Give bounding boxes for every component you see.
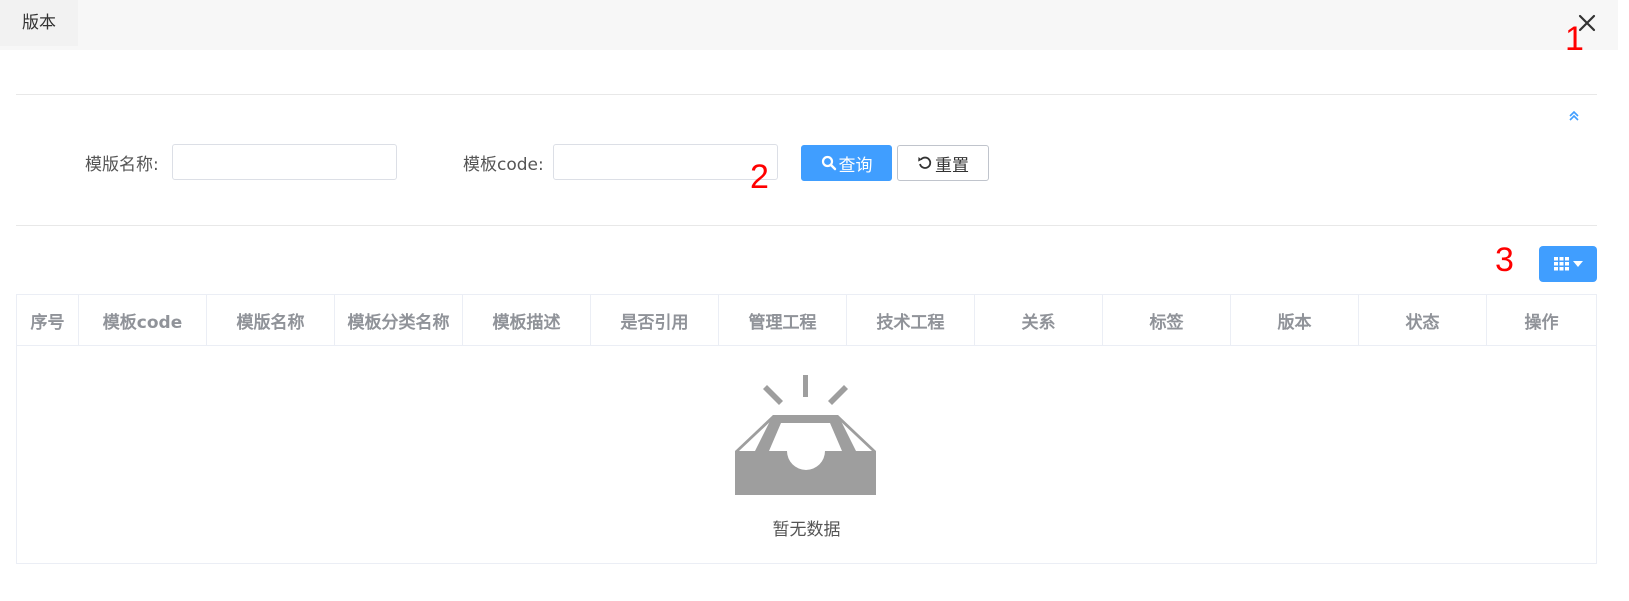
table-header: 序号 模板code 模版名称 模板分类名称 模板描述 是否引用 管理工程 技术工…	[17, 295, 1596, 346]
annotation-marker-2: 2	[750, 158, 769, 196]
column-header-description[interactable]: 模板描述	[463, 295, 591, 345]
column-header-status[interactable]: 状态	[1359, 295, 1487, 345]
column-header-category[interactable]: 模板分类名称	[335, 295, 463, 345]
column-header-index[interactable]: 序号	[17, 295, 79, 345]
collapse-button[interactable]	[1567, 108, 1581, 122]
divider	[16, 225, 1597, 226]
column-header-code[interactable]: 模板code	[79, 295, 207, 345]
grid-icon	[1553, 257, 1569, 271]
double-chevron-up-icon	[1569, 110, 1579, 121]
template-code-label: 模板code:	[463, 155, 544, 175]
annotation-marker-3: 3	[1495, 241, 1514, 279]
data-table: 序号 模板code 模版名称 模板分类名称 模板描述 是否引用 管理工程 技术工…	[16, 294, 1597, 564]
column-header-technical-project[interactable]: 技术工程	[847, 295, 975, 345]
template-code-input[interactable]	[553, 144, 778, 180]
caret-down-icon	[1572, 261, 1583, 267]
column-header-tag[interactable]: 标签	[1103, 295, 1231, 345]
annotation-marker-1: 1	[1565, 20, 1584, 58]
column-header-referenced[interactable]: 是否引用	[591, 295, 719, 345]
column-header-relation[interactable]: 关系	[975, 295, 1103, 345]
reset-button[interactable]: 重置	[897, 145, 989, 181]
column-header-version[interactable]: 版本	[1231, 295, 1359, 345]
dialog-titlebar: 版本	[0, 0, 1618, 50]
divider	[16, 94, 1597, 95]
template-name-input[interactable]	[172, 144, 397, 180]
query-button[interactable]: 查询	[801, 145, 892, 181]
column-header-name[interactable]: 模版名称	[207, 295, 335, 345]
dialog-title: 版本	[0, 0, 78, 46]
reset-button-label: 重置	[935, 155, 969, 176]
column-header-management-project[interactable]: 管理工程	[719, 295, 847, 345]
column-settings-button[interactable]	[1539, 246, 1597, 282]
refresh-icon	[918, 156, 932, 169]
empty-state-text: 暂无数据	[772, 520, 841, 540]
search-icon	[821, 155, 836, 171]
inbox-icon	[735, 375, 876, 495]
column-header-actions[interactable]: 操作	[1487, 295, 1596, 345]
query-button-label: 查询	[838, 155, 873, 176]
template-name-label: 模版名称:	[85, 155, 159, 175]
